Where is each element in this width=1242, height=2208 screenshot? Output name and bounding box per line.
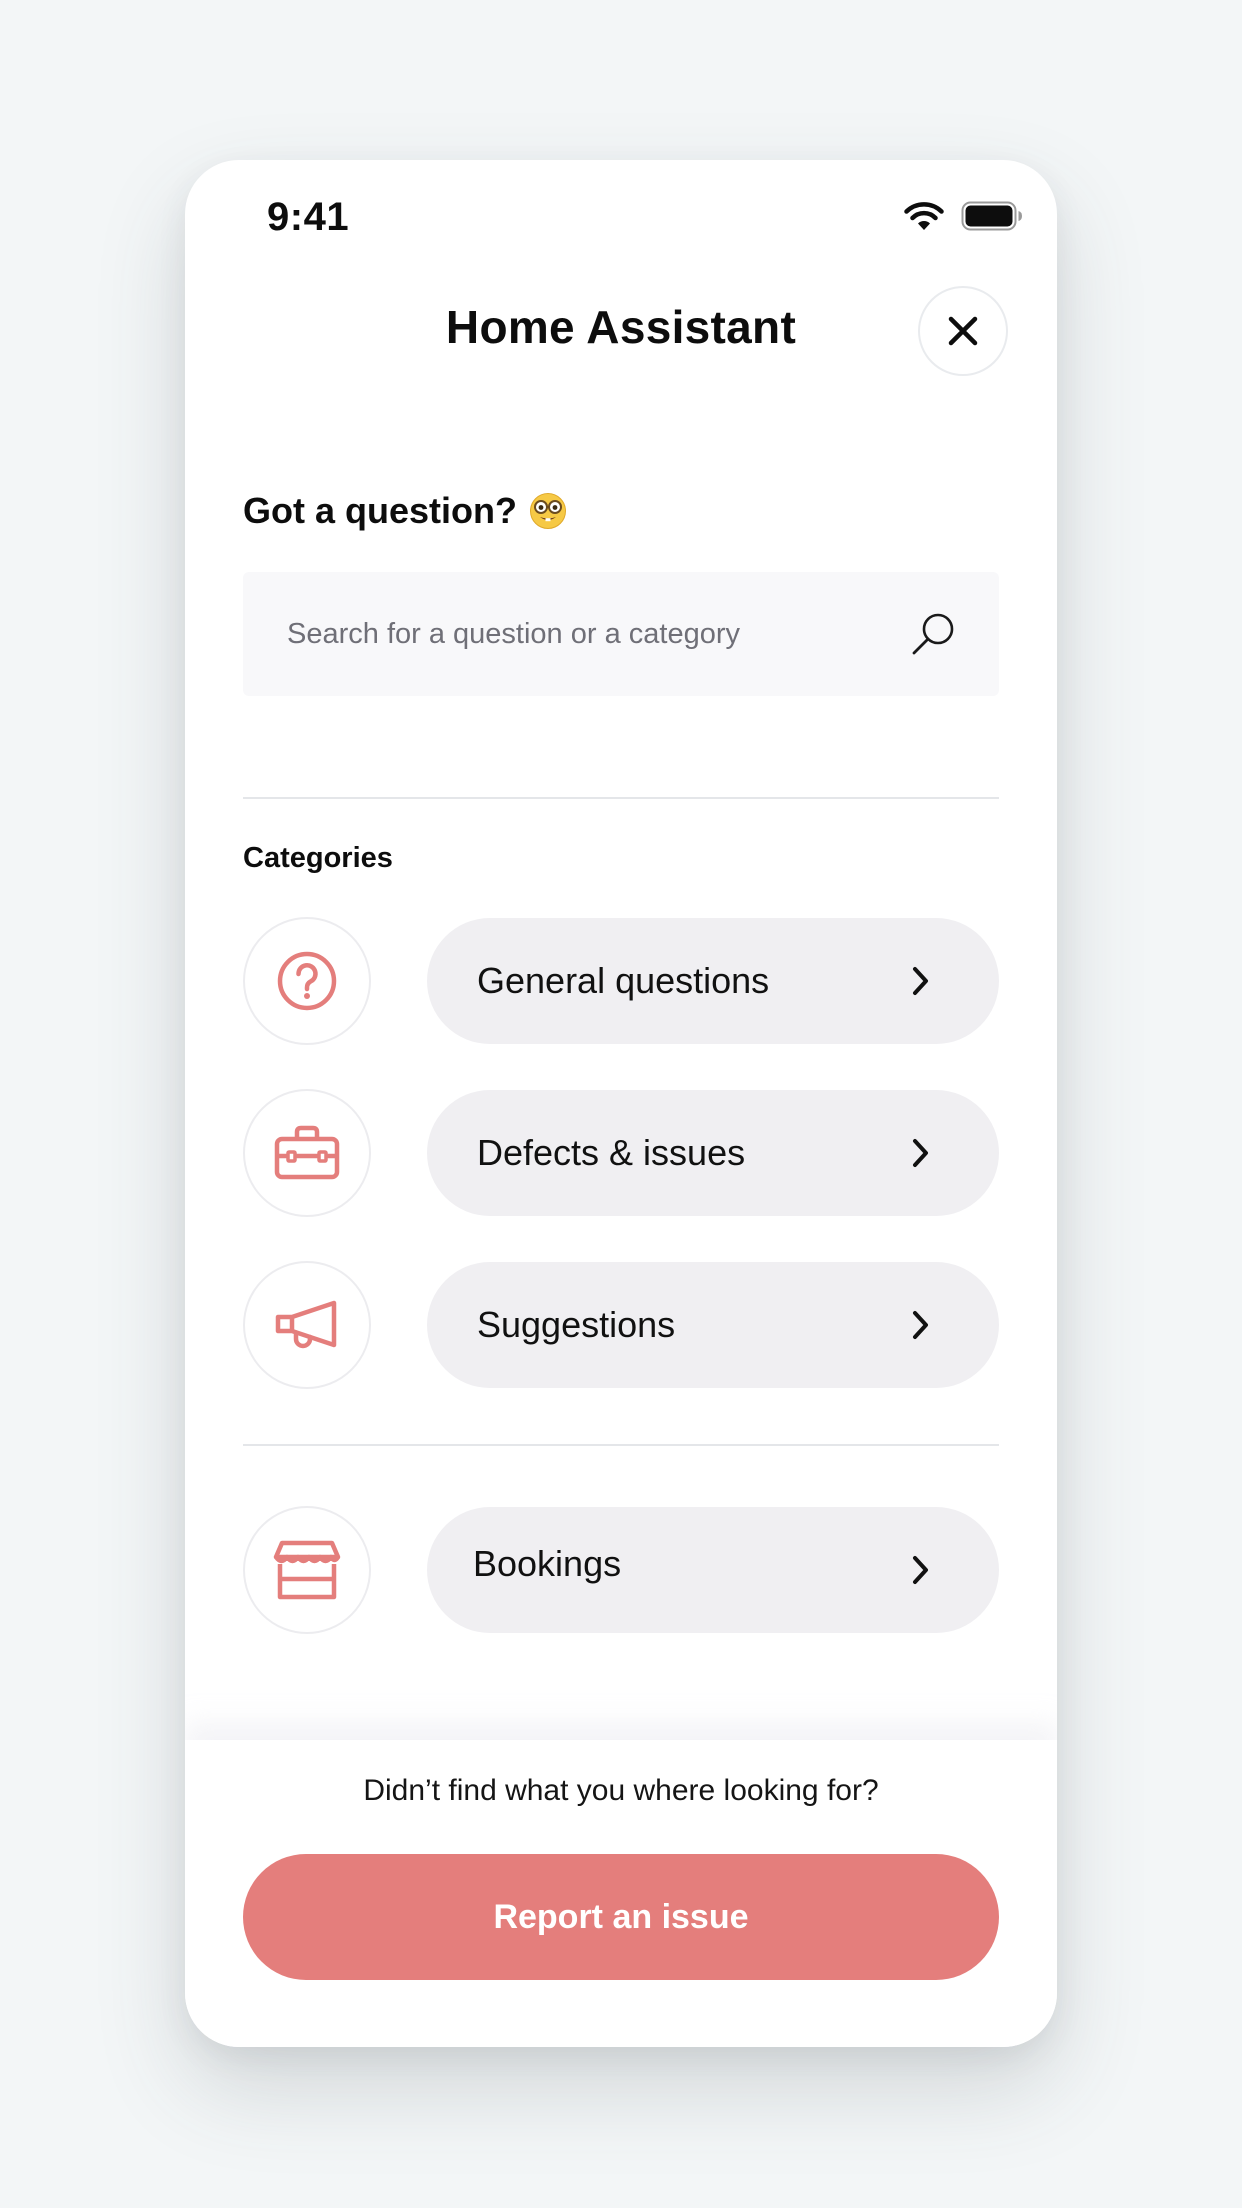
question-heading: Got a question? [243,490,567,532]
category-defects-issues[interactable]: Defects & issues [427,1090,999,1216]
category-icon-bookings [243,1506,371,1634]
category-label: Defects & issues [477,1132,746,1173]
toolbox-icon [274,1125,340,1180]
report-issue-button[interactable]: Report an issue [243,1854,999,1980]
search-box [243,572,999,696]
category-general-questions[interactable]: General questions [427,918,999,1044]
category-icon-defects [243,1089,371,1217]
category-label: Bookings [473,1543,622,1584]
question-heading-text: Got a question? [243,490,517,531]
close-button[interactable] [918,286,1008,376]
divider [243,797,999,799]
close-icon [948,316,978,346]
categories-heading: Categories [243,842,393,874]
category-suggestions[interactable]: Suggestions [427,1262,999,1388]
search-icon[interactable] [909,610,957,658]
battery-icon [961,201,1022,231]
nerd-face-icon [530,493,566,529]
search-input[interactable] [287,572,887,696]
category-icon-suggestions [243,1261,371,1389]
category-icon-general [243,917,371,1045]
status-bar: 9:41 [185,160,1057,290]
divider [243,1444,999,1446]
chevron-right-icon [913,1556,928,1584]
question-circle-icon [277,951,337,1011]
chevron-right-icon [913,1139,928,1167]
megaphone-icon [275,1300,337,1349]
category-label: General questions [477,960,770,1001]
phone-screen: 9:41 Home Assistant Got a question? Sear… [185,160,1057,2047]
chevron-right-icon [913,967,928,995]
wifi-icon [904,202,944,230]
category-bookings[interactable]: Bookings [427,1507,999,1633]
chevron-right-icon [913,1311,928,1339]
category-label: Suggestions [477,1304,676,1345]
not-found-prompt: Didn’t find what you where looking for? [363,1774,879,1807]
storefront-icon [273,1540,341,1600]
footer-area: Didn’t find what you where looking for? … [185,1740,1057,2047]
status-time: 9:41 [267,195,350,239]
